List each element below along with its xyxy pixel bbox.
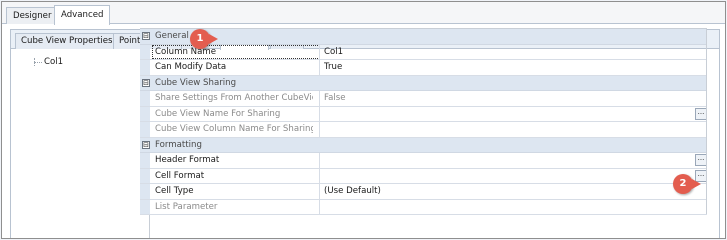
cell-type-value[interactable]: (Use Default) (324, 186, 684, 197)
property-row-cube-view-name[interactable]: Cube View Name For Sharing ... (140, 106, 707, 122)
tab-designer[interactable]: Designer (6, 7, 59, 24)
property-row-share-settings[interactable]: Share Settings From Another CubeView Fal… (140, 91, 707, 107)
property-name: List Parameter (155, 201, 218, 212)
collapse-icon[interactable]: ⊟ (142, 32, 150, 40)
property-row-header-format[interactable]: Header Format ... (140, 153, 707, 169)
column-divider (319, 91, 320, 106)
tree-item-col1[interactable]: Col1 (44, 57, 63, 68)
column-divider (319, 153, 320, 168)
property-row-can-modify-data[interactable]: Can Modify Data True (140, 60, 707, 76)
column-name-input[interactable]: Col1 (324, 47, 684, 58)
property-name: Column Name (152, 44, 320, 59)
tab-cube-view-properties[interactable]: Cube View Properties (15, 33, 119, 49)
category-label: General (155, 31, 189, 41)
property-name: Cube View Name For Sharing (155, 108, 281, 119)
column-divider (319, 44, 320, 59)
property-name: Cell Type (155, 186, 194, 196)
column-divider (319, 60, 320, 75)
column-divider (319, 184, 320, 199)
can-modify-data-value[interactable]: True (324, 62, 684, 73)
tree-connector (34, 62, 42, 63)
callout-badge-2: 2 (673, 174, 693, 194)
column-divider (319, 106, 320, 121)
property-name: Cell Format (155, 170, 205, 181)
window-frame: Designer Advanced Cube View Properties P… (1, 1, 726, 239)
property-row-cube-view-column-name[interactable]: Cube View Column Name For Sharing (140, 122, 707, 138)
top-tab-strip: Designer Advanced (2, 2, 725, 25)
collapse-icon[interactable]: ⊟ (142, 78, 150, 87)
property-row-cell-type[interactable]: Cell Type (Use Default) (140, 184, 707, 200)
column-divider (319, 199, 320, 214)
columns-tree: Col1 (23, 53, 150, 238)
callout-arrow-icon (209, 34, 218, 44)
property-row-column-name[interactable]: Column Name Col1 (140, 44, 707, 60)
property-name: Can Modify Data (155, 62, 227, 72)
column-divider (319, 122, 320, 137)
category-label: Formatting (155, 139, 202, 150)
share-settings-value: False (324, 93, 346, 103)
property-row-list-parameter[interactable]: List Parameter (140, 199, 707, 215)
tab-advanced[interactable]: Advanced (54, 5, 111, 25)
grid-border (706, 29, 707, 214)
callout-arrow-icon (692, 179, 701, 189)
callout-badge-1: 1 (190, 29, 210, 49)
category-general[interactable]: ⊟ General (140, 29, 707, 45)
property-name: Cube View Column Name For Sharing (155, 124, 313, 134)
property-grid: ⊟ General Column Name Col1 Can Modify Da… (140, 28, 707, 215)
property-name: Header Format (155, 155, 220, 165)
category-formatting[interactable]: ⊟ Formatting (140, 137, 707, 153)
column-divider (319, 168, 320, 183)
collapse-icon[interactable]: ⊟ (142, 140, 150, 149)
property-name: Share Settings From Another CubeView (155, 93, 313, 103)
property-row-cell-format[interactable]: Cell Format ... (140, 168, 707, 184)
category-label: Cube View Sharing (155, 77, 237, 88)
category-cube-view-sharing[interactable]: ⊟ Cube View Sharing (140, 75, 707, 91)
